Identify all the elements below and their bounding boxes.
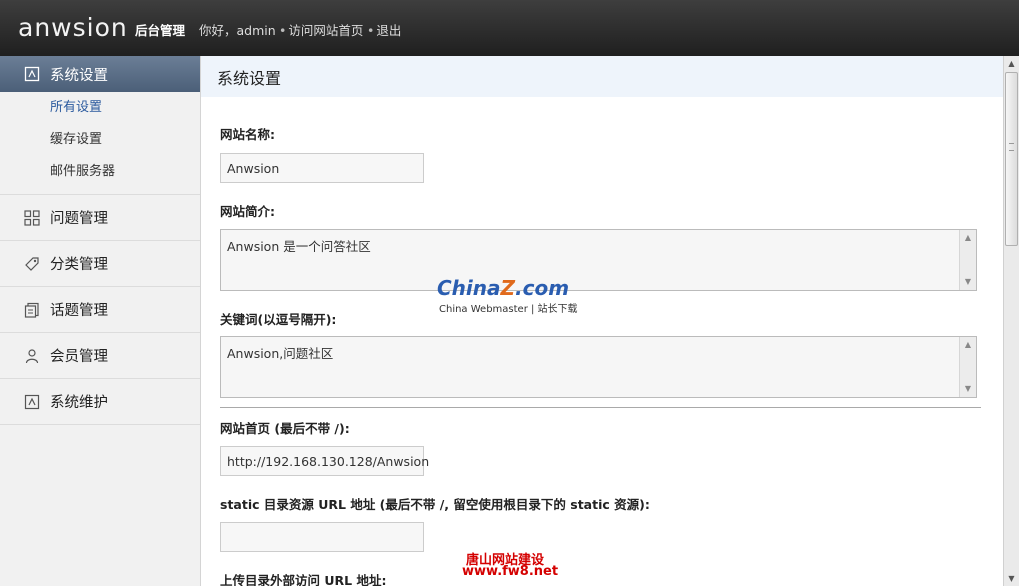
static-url-label: static 目录资源 URL 地址 (最后不带 /, 留空使用根目录下的 st…	[220, 497, 650, 512]
static-url-input[interactable]	[220, 522, 424, 552]
scrollbar-thumb[interactable]	[1005, 72, 1018, 246]
upload-url-label: 上传目录外部访问 URL 地址:	[220, 573, 387, 586]
sidebar-sub-all-settings[interactable]: 所有设置	[0, 92, 200, 124]
sidebar-item-label: 话题管理	[50, 303, 108, 319]
scroll-up-icon[interactable]: ▲	[1004, 56, 1019, 71]
site-name-label: 网站名称:	[220, 127, 275, 142]
page-scrollbar[interactable]: ▲ ▼	[1003, 56, 1019, 586]
sidebar-item-members[interactable]: 会员管理	[0, 332, 200, 378]
textarea-scrollbar[interactable]: ▲ ▼	[959, 230, 976, 290]
admin-subtitle: 后台管理	[135, 23, 186, 38]
sidebar-item-label: 会员管理	[50, 349, 108, 365]
sidebar-item-questions[interactable]: 问题管理	[0, 194, 200, 240]
sidebar-item-label: 分类管理	[50, 257, 108, 273]
scroll-up-icon[interactable]: ▲	[960, 230, 976, 246]
settings-icon	[24, 66, 40, 82]
sidebar-item-maintenance[interactable]: 系统维护	[0, 378, 200, 424]
sidebar-sub-mail-server[interactable]: 邮件服务器	[0, 156, 200, 188]
home-url-input[interactable]: http://192.168.130.128/Anwsion	[220, 446, 429, 476]
section-divider	[220, 407, 981, 408]
site-desc-textarea[interactable]: Anwsion 是一个问答社区 ▲ ▼	[220, 229, 977, 291]
bullet-icon: •	[367, 23, 375, 38]
site-name-input[interactable]: Anwsion	[220, 153, 424, 183]
maintenance-icon	[24, 394, 40, 410]
logout-link[interactable]: • 退出	[367, 20, 401, 39]
scroll-down-icon[interactable]: ▼	[960, 381, 976, 397]
sidebar-sub-cache-settings[interactable]: 缓存设置	[0, 124, 200, 156]
scroll-up-icon[interactable]: ▲	[960, 337, 976, 353]
site-desc-label: 网站简介:	[220, 204, 275, 219]
watermark-text: .com	[515, 276, 570, 300]
keywords-value: Anwsion,问题社区	[227, 346, 334, 361]
sidebar-item-label: 系统维护	[50, 395, 108, 411]
site-desc-value: Anwsion 是一个问答社区	[227, 239, 371, 254]
sidebar-section-settings[interactable]: 系统设置	[0, 56, 200, 92]
china-z-watermark: ChinaZ.com	[437, 276, 569, 300]
sidebar: 系统设置 所有设置 缓存设置 邮件服务器 问题管理 分类管理 话题管理 会员管理…	[0, 56, 201, 586]
tag-icon	[24, 256, 40, 272]
sidebar-item-categories[interactable]: 分类管理	[0, 240, 200, 286]
keywords-textarea[interactable]: Anwsion,问题社区 ▲ ▼	[220, 336, 977, 398]
scroll-down-icon[interactable]: ▼	[960, 274, 976, 290]
visit-site-label: 访问网站首页	[288, 23, 364, 38]
home-url-label: 网站首页 (最后不带 /):	[220, 421, 350, 436]
sidebar-section-label: 系统设置	[50, 67, 108, 84]
logout-label: 退出	[376, 23, 402, 38]
bullet-icon: •	[279, 23, 287, 38]
user-greeting: 你好，admin	[199, 23, 276, 38]
china-z-watermark-sub: China Webmaster | 站长下载	[439, 304, 578, 315]
logo: anwsion	[18, 13, 128, 42]
grip-icon	[1009, 143, 1014, 151]
visit-site-link[interactable]: • 访问网站首页	[279, 20, 363, 39]
keywords-label: 关键词(以逗号隔开):	[220, 312, 337, 327]
sidebar-item-topics[interactable]: 话题管理	[0, 286, 200, 332]
scroll-down-icon[interactable]: ▼	[1004, 571, 1019, 586]
main-panel: 系统设置 网站名称: Anwsion 网站简介: Anwsion 是一个问答社区…	[201, 56, 1003, 586]
top-bar: anwsion 后台管理 你好，admin • 访问网站首页 • 退出	[0, 0, 1019, 56]
fw8-watermark-line2: www.fw8.net	[462, 564, 559, 579]
sidebar-item-label: 问题管理	[50, 211, 108, 227]
textarea-scrollbar[interactable]: ▲ ▼	[959, 337, 976, 397]
grid-icon	[24, 209, 40, 226]
page-title: 系统设置	[201, 56, 1003, 97]
documents-icon	[24, 302, 40, 318]
user-icon	[24, 348, 40, 364]
watermark-text: China	[437, 276, 501, 300]
watermark-text: Z	[500, 276, 516, 300]
